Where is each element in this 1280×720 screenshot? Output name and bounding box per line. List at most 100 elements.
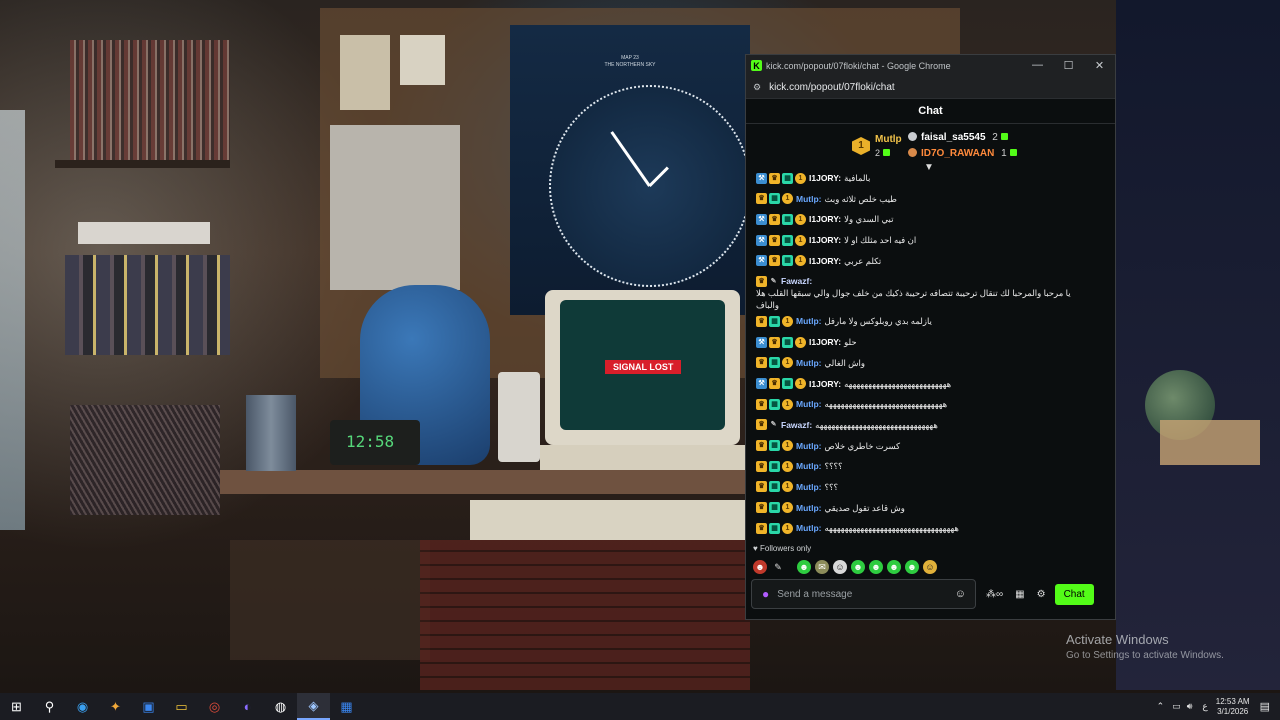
edge-icon[interactable]: ◉ (66, 693, 99, 720)
chat-message: ♛ ▦ 1 Mutlp: ؟؟؟؟ (756, 460, 1105, 472)
emote-icon[interactable]: ✎ (771, 560, 785, 574)
og-badge-icon: ▦ (782, 378, 793, 389)
subscriber-badge-icon: 1 (795, 234, 806, 246)
vip-crown-icon: ♛ (756, 398, 767, 410)
chat-username[interactable]: Mutlp: (796, 522, 822, 534)
chat-username[interactable]: I1JORY: (809, 213, 841, 225)
language-indicator[interactable]: ع (1202, 701, 1207, 712)
address-bar[interactable]: ⚙ kick.com/popout/07floki/chat (746, 76, 1115, 99)
chat-username[interactable]: Fawazf: (781, 419, 812, 431)
chat-message: ⚒ ♛ ▦ 1 I1JORY: حلو (756, 336, 1105, 348)
minimize-button[interactable]: — (1022, 59, 1053, 72)
chat-username[interactable]: I1JORY: (809, 172, 841, 184)
chat-text-continued: والباف (756, 300, 780, 311)
chat-message: ⚒ ♛ ▦ 1 I1JORY: ان فيه احد مثلك او لا (756, 234, 1105, 246)
vip-crown-icon: ♛ (756, 440, 767, 452)
close-button[interactable]: ✕ (1084, 59, 1115, 72)
chat-username[interactable]: Mutlp: (796, 502, 822, 514)
subscriber-badge-icon: 1 (795, 255, 806, 267)
search-icon[interactable]: ⚲ (33, 693, 66, 720)
windows-start-icon[interactable]: ⊞ (0, 693, 33, 720)
emote-icon[interactable]: ☻ (797, 560, 811, 574)
volume-icon[interactable]: 🔊︎ (1187, 701, 1193, 712)
site-info-icon[interactable]: ⚙ (753, 82, 761, 93)
signal-lost-label: SIGNAL LOST (605, 360, 682, 374)
vip-crown-icon: ♛ (756, 193, 767, 205)
clock-time: 12:53 AM (1215, 696, 1250, 706)
discord-icon[interactable]: ◐ (231, 693, 264, 720)
maximize-button[interactable]: ☐ (1053, 59, 1084, 72)
chat-text: ههههههههههههههههههههههههههههههه (824, 399, 948, 410)
chat-header: Chat (746, 99, 1115, 124)
chat-username[interactable]: Mutlp: (796, 315, 822, 327)
chat-username[interactable]: Mutlp: (796, 357, 822, 369)
emote-icon[interactable]: ☻ (887, 560, 901, 574)
followers-only-label: Followers only (759, 544, 812, 553)
chrome-popout-window: K kick.com/popout/07floki/chat - Google … (745, 54, 1116, 620)
chat-text: واش الغالي (824, 357, 866, 368)
chat-username[interactable]: Mutlp: (796, 440, 822, 452)
emote-icon[interactable]: ☻ (753, 560, 767, 574)
store-icon[interactable]: ▦ (1015, 589, 1024, 600)
emote-icon[interactable]: ☻ (869, 560, 883, 574)
chat-username[interactable]: Fawazf: (781, 275, 812, 287)
send-chat-button[interactable]: Chat (1054, 583, 1094, 605)
collapse-chevron-icon[interactable]: ▼ (924, 162, 934, 173)
emote-icon[interactable]: ☺ (833, 560, 847, 574)
vip-crown-icon: ♛ (756, 315, 767, 327)
file-explorer-icon[interactable]: ▭ (165, 693, 198, 720)
chat-username[interactable]: I1JORY: (809, 234, 841, 246)
og-badge-icon: ▦ (769, 481, 780, 493)
obs-icon[interactable]: ◍ (264, 693, 297, 720)
copilot-icon[interactable]: ✦ (99, 693, 132, 720)
store-icon[interactable]: ▣ (132, 693, 165, 720)
subscriber-badge-icon: 1 (782, 440, 793, 452)
taskbar-clock[interactable]: 12:53 AM 3/1/2026 (1216, 697, 1250, 717)
chat-username[interactable]: Mutlp: (796, 460, 822, 472)
emote-icon[interactable]: ☻ (905, 560, 919, 574)
subscriber-badge-icon: 1 (782, 398, 793, 410)
leader-name-3[interactable]: ID7O_RAWAAN (921, 148, 994, 159)
chevron-up-icon[interactable]: ⌃ (1157, 701, 1165, 712)
chat-message: ♛ ▦ 1 Mutlp: وش قاعد تقول صديقي (756, 502, 1105, 514)
leader-name-2[interactable]: faisal_sa5545 (921, 132, 986, 143)
chat-message: ♛ ▦ 1 Mutlp: كسرت خاطري خلاص (756, 440, 1105, 452)
gem-icon (883, 149, 891, 156)
subscriber-badge-icon: 1 (795, 213, 806, 225)
pinned-paper (400, 35, 445, 85)
gift-subs-icon[interactable]: ⁂∞ (986, 589, 1003, 600)
network-icon[interactable]: ▭ (1172, 701, 1181, 712)
chat-username[interactable]: Mutlp: (796, 398, 822, 410)
chrome-icon[interactable]: ◎ (198, 693, 231, 720)
subscriber-badge-icon: 1 (782, 357, 793, 369)
pen-badge-icon: ✎ (770, 277, 777, 285)
chat-username[interactable]: Mutlp: (796, 481, 822, 493)
chat-username[interactable]: I1JORY: (809, 336, 841, 348)
og-badge-icon: ▦ (769, 193, 780, 205)
settings-gear-icon[interactable]: ⚙ (1037, 589, 1046, 600)
notification-icon[interactable]: ▤ (1260, 700, 1270, 713)
steam-icon[interactable]: ◈ (297, 693, 330, 720)
chat-username[interactable]: I1JORY: (809, 255, 841, 267)
chat-text: تبي السدي ولا (844, 214, 894, 225)
chat-username[interactable]: I1JORY: (809, 378, 841, 390)
emote-icon[interactable]: ☺ (923, 560, 937, 574)
emoji-picker-icon[interactable]: ☺ (955, 588, 966, 600)
thermos (246, 395, 296, 471)
app-icon[interactable]: ▦ (330, 693, 363, 720)
chat-text: كسرت خاطري خلاص (824, 440, 901, 451)
emote-icon[interactable]: ✉ (815, 560, 829, 574)
chat-message: ♛ ▦ 1 Mutlp: طيب خلص ثلاثه وبث (756, 193, 1105, 205)
first-place-badge: 1 (852, 137, 870, 155)
leader-name-1[interactable]: Mutlp (875, 134, 902, 145)
heart-icon: ♥ (753, 544, 758, 553)
microphone-icon[interactable]: ● (762, 587, 769, 601)
chat-input-placeholder[interactable]: Send a message (777, 589, 955, 600)
window-titlebar[interactable]: K kick.com/popout/07floki/chat - Google … (746, 55, 1115, 76)
emote-icon[interactable]: ☻ (851, 560, 865, 574)
url-text[interactable]: kick.com/popout/07floki/chat (769, 82, 895, 93)
chat-text: يا مرحبا والمرحبا لك تنقال ترحيبة تتصافه… (756, 288, 1071, 299)
chat-input[interactable]: ● Send a message ☺ (751, 579, 976, 609)
followers-only-notice: ♥ Followers only (746, 544, 1115, 553)
chat-username[interactable]: Mutlp: (796, 193, 822, 205)
